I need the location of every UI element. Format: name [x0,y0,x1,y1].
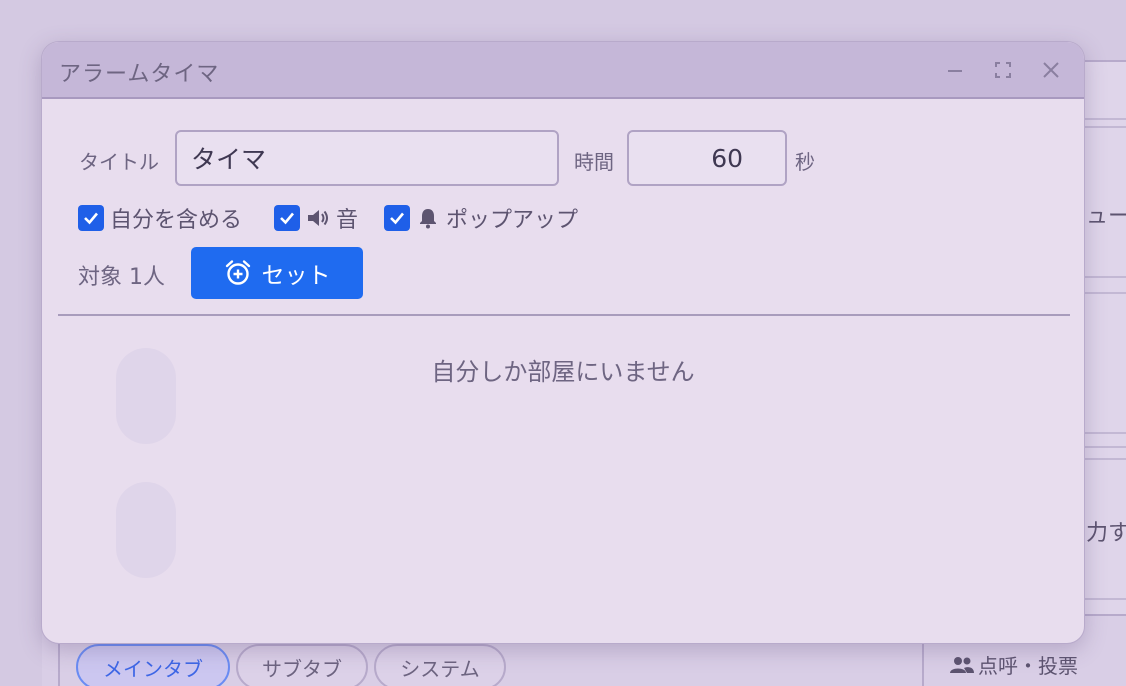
fullscreen-icon [995,62,1011,78]
target-count-label: 対象 1人 [78,265,165,290]
time-unit-label: 秒 [795,150,815,174]
include-self-label: 自分を含める [110,208,243,233]
popup-label: ポップアップ [446,208,579,233]
bell-icon [420,209,436,229]
checkmark-icon [280,212,294,225]
people-icon [950,656,974,673]
sound-label: 音 [336,208,359,233]
rollcall-vote-button[interactable]: 点呼・投票 [950,650,1078,679]
alarm-add-icon [225,260,250,285]
title-label: タイトル [79,150,159,174]
tab-main[interactable]: メインタブ [76,644,230,686]
volume-icon [308,210,328,226]
time-label: 時間 [574,150,614,174]
set-button-label: セット [261,263,331,289]
checkmark-icon [84,212,98,225]
sound-option[interactable]: 音 [274,202,358,234]
close-icon [1043,62,1059,78]
checkmark-icon [390,212,404,225]
tab-system[interactable]: システム [374,644,506,686]
title-input[interactable] [175,130,559,186]
background-text: 力す [1086,521,1126,546]
tab-sub[interactable]: サブタブ [236,644,368,686]
background-text: ュー [1086,204,1126,229]
maximize-button[interactable] [989,56,1017,84]
set-alarm-button[interactable]: セット [191,247,363,299]
sound-checkbox[interactable] [274,205,300,231]
include-self-checkbox[interactable] [78,205,104,231]
time-input[interactable] [627,130,787,186]
minimize-button[interactable] [941,56,969,84]
divider [58,314,1070,316]
close-button[interactable] [1037,56,1065,84]
placeholder-avatar [116,482,176,578]
popup-option[interactable]: ポップアップ [384,202,578,234]
dialog-header[interactable]: アラームタイマ [42,42,1084,99]
include-self-option[interactable]: 自分を含める [78,202,242,234]
popup-checkbox[interactable] [384,205,410,231]
alarm-timer-dialog: アラームタイマ タイトル 時間 秒 自分を含める [41,41,1085,644]
rollcall-label: 点呼・投票 [978,654,1078,678]
empty-room-message: 自分しか部屋にいません [431,358,695,386]
minimize-icon [948,70,962,72]
dialog-title: アラームタイマ [59,62,220,87]
